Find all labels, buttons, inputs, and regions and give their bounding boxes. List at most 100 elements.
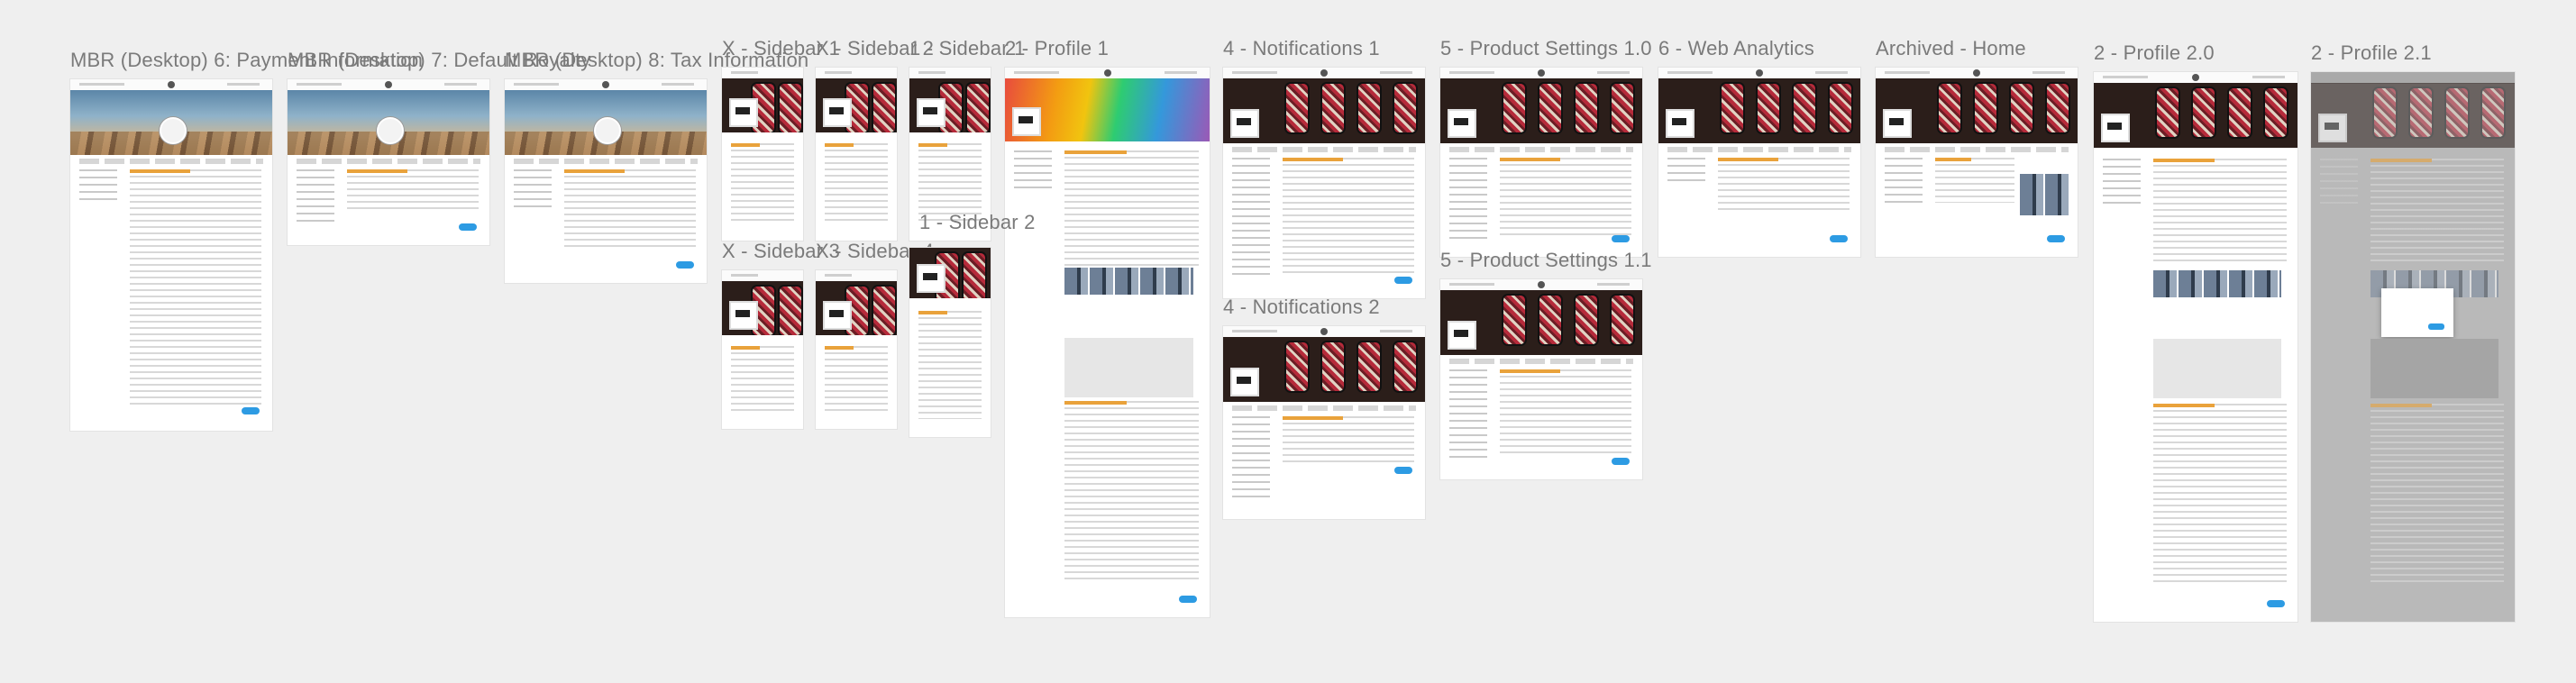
artboard-profile-2-1[interactable]: 2 - Profile 2.1 <box>2311 41 2515 622</box>
artboard-frame <box>288 79 489 245</box>
artboard-title[interactable]: 4 - Notifications 2 <box>1223 296 1380 319</box>
product-settings-form <box>1500 369 1631 458</box>
gallery-thumbnails <box>2153 270 2281 297</box>
artboard-x-sidebar-1[interactable]: X - Sidebar 1 <box>722 37 840 241</box>
sidebar <box>1885 158 1923 203</box>
artboard-profile-1[interactable]: 2 - Profile 1 <box>1005 37 1210 617</box>
artboard-frame <box>1876 68 2078 257</box>
product-settings-form <box>1500 158 1631 235</box>
save-button <box>2267 600 2285 607</box>
sidebar-list <box>825 346 888 411</box>
save-button <box>459 223 477 231</box>
save-button <box>1830 235 1848 242</box>
sidebar <box>514 169 552 211</box>
artboard-x-sidebar-3[interactable]: X - Sidebar 3 <box>722 240 840 429</box>
analytics-form <box>1718 158 1850 212</box>
save-button <box>2047 235 2065 242</box>
profile-form <box>2153 159 2287 261</box>
sidebar <box>1232 416 1270 501</box>
artboard-frame <box>505 79 707 283</box>
artboard-archived-home[interactable]: Archived - Home <box>1876 37 2078 257</box>
artboard-frame <box>1223 326 1425 519</box>
artboard-product-settings-1-0[interactable]: 5 - Product Settings 1.0 <box>1440 37 1652 257</box>
brand-logo <box>2318 114 2347 142</box>
artboard-frame <box>1440 279 1642 479</box>
avatar-icon <box>1756 69 1763 77</box>
avatar-icon <box>602 81 609 88</box>
artboard-title[interactable]: 4 - Notifications 1 <box>1223 37 1380 60</box>
cover-banner <box>816 281 897 335</box>
brand-logo <box>1666 109 1694 138</box>
artboard-title[interactable]: 5 - Product Settings 1.0 <box>1440 37 1652 60</box>
artboard-product-settings-1-1[interactable]: 5 - Product Settings 1.1 <box>1440 249 1652 479</box>
artboard-frame <box>816 68 897 241</box>
brand-logo <box>729 98 758 127</box>
profile-form-lower <box>2370 404 2504 586</box>
artboard-x-sidebar-2[interactable]: X - Sidebar 2 <box>816 37 934 241</box>
sidebar <box>79 169 117 205</box>
profile-form-lower <box>1064 401 1199 581</box>
brand-logo <box>1883 109 1912 138</box>
cover-banner <box>816 78 897 132</box>
artboard-profile-2-0[interactable]: 2 - Profile 2.0 <box>2094 41 2297 622</box>
artboard-frame <box>2094 72 2297 622</box>
tab-strip <box>514 159 698 164</box>
notification-table <box>1283 416 1414 465</box>
image-placeholder <box>1064 338 1193 397</box>
artboard-notifications-2[interactable]: 4 - Notifications 2 <box>1223 296 1425 519</box>
sidebar-list <box>825 143 888 223</box>
modal-dialog[interactable] <box>2381 288 2453 337</box>
artboard-frame <box>722 68 803 241</box>
image-placeholder <box>2153 339 2281 398</box>
cover-banner <box>722 78 803 132</box>
artboard-mbr-8[interactable]: MBR (Desktop) 8: Tax Information <box>505 49 808 283</box>
sidebar <box>297 169 334 227</box>
gallery-thumbnails <box>1064 268 1193 295</box>
sidebar <box>2103 159 2141 207</box>
artboard-frame <box>1005 68 1210 617</box>
cover-banner <box>1223 337 1425 402</box>
save-button <box>1612 458 1630 465</box>
artboard-title[interactable]: 2 - Profile 1 <box>1005 37 1109 60</box>
tab-strip <box>1667 147 1851 152</box>
artboard-sidebar-2-frame[interactable] <box>909 248 991 437</box>
brand-logo <box>1448 321 1476 350</box>
artboard-frame <box>2311 72 2515 622</box>
cover-banner <box>1440 78 1642 143</box>
artboard-frame <box>1658 68 1860 257</box>
home-content <box>1935 158 2014 203</box>
artboard-title[interactable]: 6 - Web Analytics <box>1658 37 1814 60</box>
save-button <box>242 407 260 414</box>
artboard-mbr-6[interactable]: MBR (Desktop) 6: Payment Information <box>70 49 423 431</box>
artboard-frame <box>70 79 272 431</box>
profile-avatar <box>377 117 404 144</box>
artboard-x-sidebar-4[interactable]: X - Sidebar 4 <box>816 240 934 429</box>
sidebar <box>1667 158 1705 185</box>
cover-banner <box>2311 83 2515 148</box>
save-button <box>676 261 694 269</box>
artboard-frame <box>909 248 991 437</box>
artboard-title[interactable]: 2 - Profile 2.1 <box>2311 41 2432 65</box>
profile-avatar <box>594 117 621 144</box>
avatar-icon <box>1538 281 1545 288</box>
brand-logo <box>823 98 852 127</box>
cover-banner <box>1440 290 1642 355</box>
profile-form <box>1064 150 1199 266</box>
avatar-icon <box>1538 69 1545 77</box>
cover-banner <box>909 78 991 132</box>
artboard-mbr-7[interactable]: MBR (Desktop) 7: Default Royalty <box>288 49 590 245</box>
form-content <box>130 169 261 409</box>
artboard-title[interactable]: 5 - Product Settings 1.1 <box>1440 249 1652 272</box>
artboard-title[interactable]: Archived - Home <box>1876 37 2026 60</box>
tab-strip <box>1232 147 1416 152</box>
artboard-notifications-1[interactable]: 4 - Notifications 1 <box>1223 37 1425 298</box>
avatar-icon <box>385 81 392 88</box>
form-content <box>347 169 479 209</box>
brand-logo <box>2101 114 2130 142</box>
artboard-title[interactable]: 2 - Profile 2.0 <box>2094 41 2215 65</box>
brand-logo <box>1230 109 1259 138</box>
cover-banner <box>909 248 991 298</box>
artboard-web-analytics[interactable]: 6 - Web Analytics <box>1658 37 1860 257</box>
artboard-title[interactable]: 1 - Sidebar 2 <box>919 211 1036 234</box>
artboard-frame <box>1223 68 1425 298</box>
